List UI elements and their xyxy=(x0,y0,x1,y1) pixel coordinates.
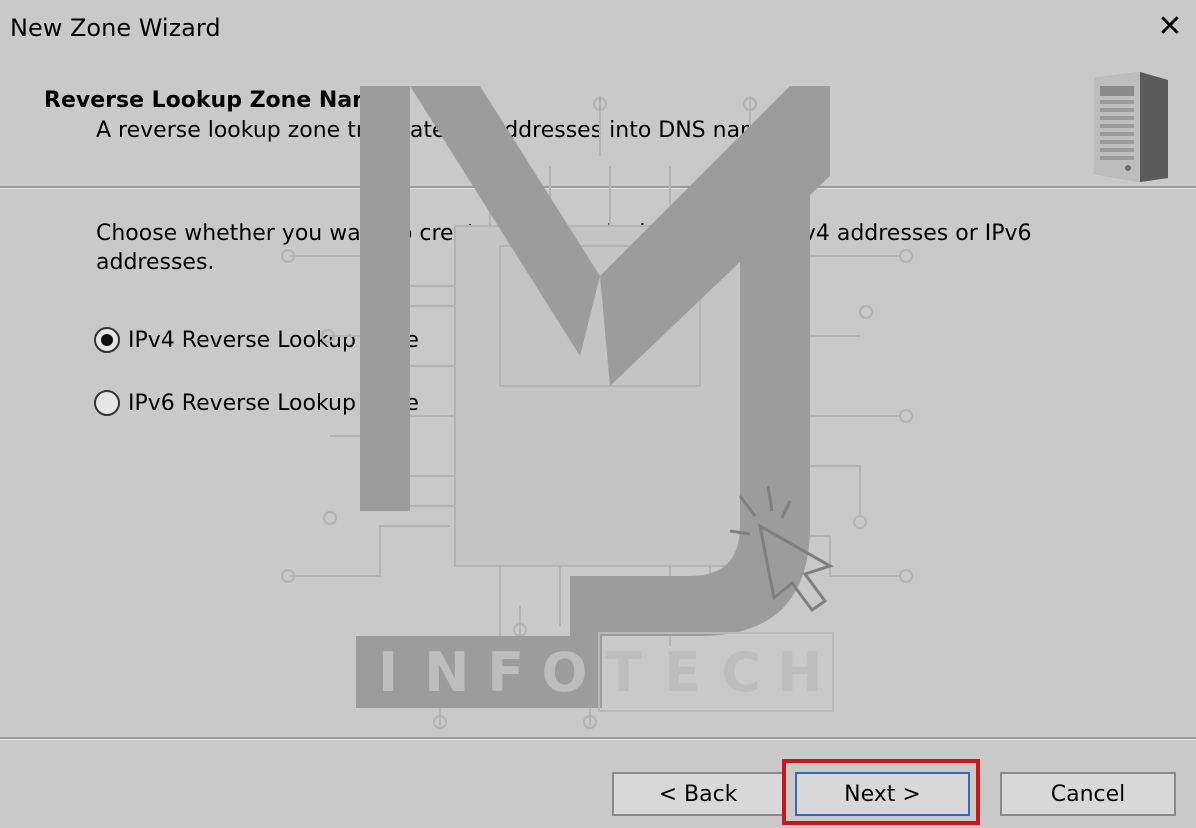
ipv6-option-label: IPv6 Reverse Lookup Zone xyxy=(128,390,419,416)
ipv4-option-label: IPv4 Reverse Lookup Zone xyxy=(128,327,419,353)
wizard-header: Reverse Lookup Zone Name A reverse looku… xyxy=(0,60,1196,186)
ipv4-radio[interactable] xyxy=(94,327,120,353)
ipv6-radio[interactable] xyxy=(94,390,120,416)
cancel-button[interactable]: Cancel xyxy=(1000,772,1176,816)
next-button[interactable]: Next > xyxy=(795,772,970,816)
close-icon: ✕ xyxy=(1157,9,1183,44)
instructions-text: Choose whether you want to create a reve… xyxy=(96,221,1032,275)
window-title: New Zone Wizard xyxy=(10,14,221,42)
page-title: Reverse Lookup Zone Name xyxy=(44,88,391,113)
page-description: A reverse lookup zone translates IP addr… xyxy=(96,118,794,143)
ipv4-option[interactable]: IPv4 Reverse Lookup Zone xyxy=(94,327,419,353)
wizard-content: Choose whether you want to create a reve… xyxy=(0,189,1196,737)
close-button[interactable]: ✕ xyxy=(1156,10,1184,44)
wizard-footer: < Back Next > Cancel xyxy=(0,740,1196,828)
server-icon xyxy=(1094,72,1168,182)
ipv6-option[interactable]: IPv6 Reverse Lookup Zone xyxy=(94,390,419,416)
back-button[interactable]: < Back xyxy=(612,772,784,816)
title-bar: New Zone Wizard ✕ xyxy=(0,0,1196,60)
